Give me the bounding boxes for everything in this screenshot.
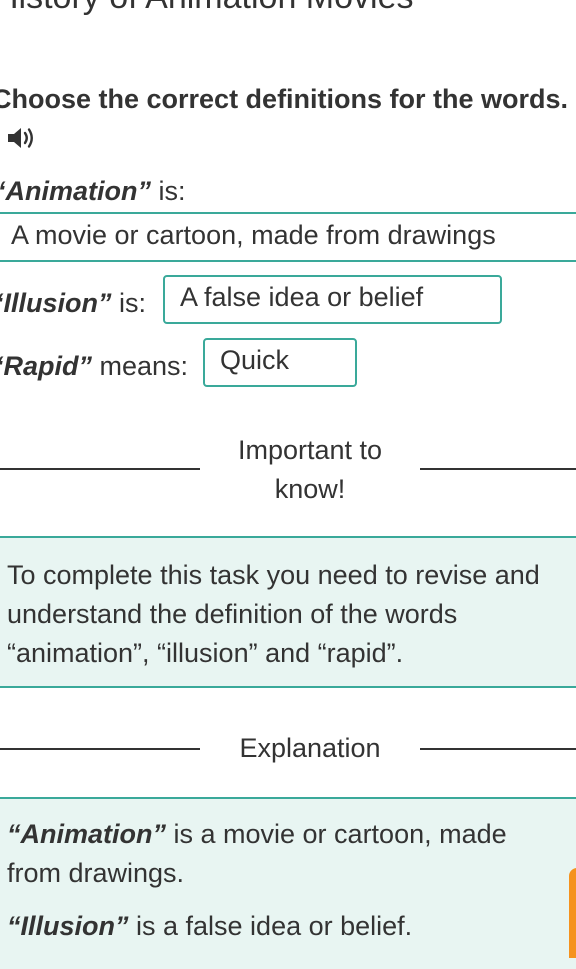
task-instruction: Choose the correct definitions for the w… bbox=[0, 84, 569, 114]
important-line-2: understand the definition of the words bbox=[7, 599, 458, 629]
important-heading-text: Important to know! bbox=[237, 435, 383, 504]
explanation-item-illusion: “Illusion” is a false idea or belief. bbox=[7, 907, 412, 946]
important-heading: Important to know! bbox=[200, 431, 420, 509]
speaker-icon[interactable] bbox=[6, 124, 36, 152]
answer-value: A movie or cartoon, made from drawings bbox=[11, 220, 496, 250]
question-suffix: is: bbox=[111, 288, 147, 318]
page-title: History of Animation Movies bbox=[0, 0, 414, 17]
explanation-heading: Explanation bbox=[200, 729, 420, 768]
answer-value: Quick bbox=[220, 345, 290, 375]
question-illusion: “Illusion” is: bbox=[0, 288, 146, 319]
explanation-item-animation-cont: from drawings. bbox=[7, 858, 185, 888]
explanation-item-animation: “Animation” is a movie or cartoon, made bbox=[7, 815, 507, 854]
question-keyword: “Rapid” bbox=[0, 351, 93, 381]
divider-left bbox=[0, 468, 200, 470]
side-tab[interactable] bbox=[569, 868, 576, 958]
answer-value: A false idea or belief bbox=[180, 282, 424, 312]
important-panel: To complete this task you need to revise… bbox=[0, 536, 576, 688]
question-keyword: “Animation” bbox=[0, 176, 151, 206]
important-line-3: “animation”, “illusion” and “rapid”. bbox=[7, 638, 404, 668]
answer-dropdown-rapid[interactable]: Quick bbox=[203, 338, 357, 387]
question-keyword: “Illusion” bbox=[0, 288, 112, 318]
explanation-keyword: “Illusion” bbox=[7, 911, 129, 941]
divider-right bbox=[420, 468, 576, 470]
divider-left bbox=[0, 748, 200, 750]
question-rapid: “Rapid” means: bbox=[0, 351, 188, 382]
answer-dropdown-illusion[interactable]: A false idea or belief bbox=[163, 275, 502, 324]
explanation-heading-text: Explanation bbox=[239, 733, 381, 763]
question-suffix: is: bbox=[151, 176, 186, 206]
explanation-panel: “Animation” is a movie or cartoon, made … bbox=[0, 797, 576, 969]
answer-dropdown-animation[interactable]: A movie or cartoon, made from drawings bbox=[0, 212, 576, 262]
explanation-text: is a movie or cartoon, made bbox=[166, 819, 507, 849]
important-line-1: To complete this task you need to revise… bbox=[7, 560, 540, 590]
explanation-text: is a false idea or belief. bbox=[128, 911, 413, 941]
question-animation: “Animation” is: bbox=[0, 176, 186, 207]
divider-right bbox=[420, 748, 576, 750]
explanation-keyword: “Animation” bbox=[7, 819, 166, 849]
question-suffix: means: bbox=[92, 351, 189, 381]
